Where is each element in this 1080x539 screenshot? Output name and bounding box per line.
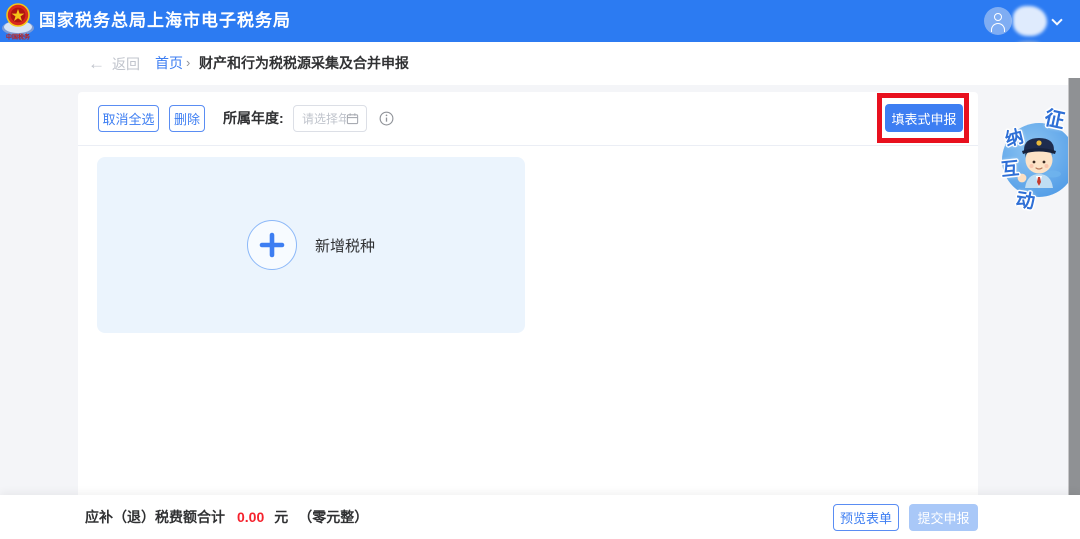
breadcrumb-current: 财产和行为税税源采集及合并申报	[199, 55, 409, 71]
username-redacted	[1013, 6, 1047, 36]
user-avatar[interactable]	[984, 7, 1012, 35]
preview-form-button[interactable]: 预览表单	[833, 504, 899, 531]
plus-icon	[259, 232, 285, 258]
app-header: 中国税务 国家税务总局上海市电子税务局	[0, 0, 1080, 42]
total-label: 应补（退）税费额合计	[85, 509, 225, 525]
year-picker[interactable]	[293, 105, 367, 132]
chevron-down-icon[interactable]	[1051, 14, 1063, 26]
toolbar-divider	[78, 145, 978, 146]
year-label: 所属年度:	[223, 110, 284, 126]
svg-text:中国税务: 中国税务	[6, 33, 31, 41]
mascot-char-hu: 互	[1000, 158, 1021, 180]
plus-circle	[246, 220, 297, 270]
back-button[interactable]: ← 返回	[88, 42, 140, 85]
cancel-select-all-button[interactable]: 取消全选	[98, 105, 159, 132]
mascot-char-dong: 动	[1014, 189, 1037, 214]
avatar-person-icon	[994, 13, 1002, 21]
calendar-icon	[346, 113, 359, 125]
year-input[interactable]	[294, 111, 346, 126]
add-tax-label: 新增税种	[314, 237, 375, 255]
total-amount-value: 0.00	[237, 509, 265, 525]
add-tax-panel: 新增税种	[97, 157, 525, 333]
breadcrumb-separator: ›	[186, 55, 191, 70]
submit-declaration-button[interactable]: 提交申报	[909, 504, 978, 531]
delete-button[interactable]: 删除	[169, 105, 205, 132]
tax-bureau-logo-icon: 中国税务	[2, 3, 34, 41]
breadcrumb-bar: ← 返回 首页 › 财产和行为税税源采集及合并申报	[0, 42, 1080, 85]
main-card: 取消全选 删除 所属年度: 填表式申报	[78, 92, 978, 495]
breadcrumb-home[interactable]: 首页	[155, 42, 183, 85]
app-title: 国家税务总局上海市电子税务局	[39, 11, 291, 30]
content-background: 取消全选 删除 所属年度: 填表式申报	[0, 85, 1080, 495]
back-arrow-icon: ←	[88, 54, 105, 73]
vertical-scrollbar[interactable]	[1068, 78, 1080, 495]
footer-bar: 应补（退）税费额合计 0.00 元 （零元整） 预览表单 提交申报	[0, 495, 1080, 539]
amount-unit: 元	[274, 509, 289, 525]
fill-form-declare-button[interactable]: 填表式申报	[885, 104, 963, 132]
info-icon[interactable]	[379, 111, 394, 126]
amount-in-words: （零元整）	[298, 509, 369, 525]
total-amount-summary: 应补（退）税费额合计 0.00 元 （零元整）	[85, 495, 368, 539]
add-tax-type-button[interactable]: 新增税种	[97, 157, 525, 333]
